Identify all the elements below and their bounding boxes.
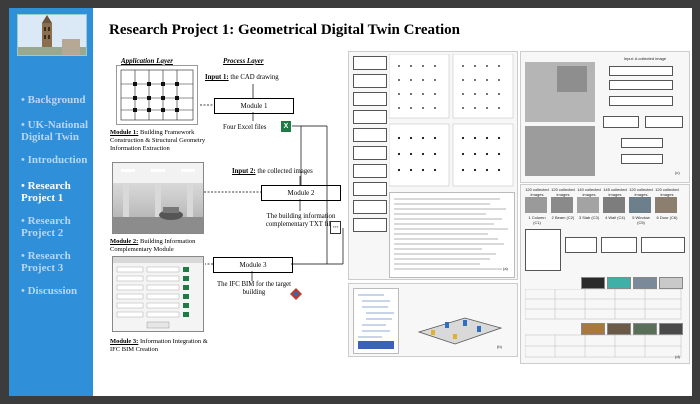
class-sample-image bbox=[603, 197, 625, 213]
flow-box bbox=[621, 154, 663, 164]
material-swatch bbox=[581, 277, 605, 289]
figure-panel-cad-extraction: (a) bbox=[348, 51, 518, 280]
flow-step bbox=[353, 56, 387, 70]
class-name-1: 1 Column (C1) bbox=[528, 215, 546, 225]
figure-label-d: (d) bbox=[675, 354, 681, 359]
garage-interior-photo bbox=[557, 66, 587, 92]
slide-canvas: • Background • UK-National Digital Twin … bbox=[9, 8, 692, 396]
figure-label-b: (b) bbox=[497, 344, 503, 349]
figure-label-a: (a) bbox=[503, 266, 508, 271]
image-count-1: 120 collected images bbox=[525, 187, 549, 197]
flow-step bbox=[353, 110, 387, 124]
image-count-3: 140 collected images bbox=[577, 187, 601, 197]
class-sample-image bbox=[525, 197, 547, 213]
figure-panel-classification-results: 120 collected images 120 collected image… bbox=[520, 184, 690, 364]
class-name-2: 2 Beam (C2) bbox=[551, 215, 575, 220]
flow-step bbox=[353, 200, 387, 214]
flow-step bbox=[353, 164, 387, 178]
garage-entrance-photo bbox=[525, 126, 595, 176]
image-count-4: 145 collected images bbox=[603, 187, 627, 197]
figure-panel-image-collection: Input: A collected image (c) bbox=[520, 51, 690, 183]
class-name-5: 5 Window (C5) bbox=[632, 215, 650, 225]
class-name-6: 6 Door (C6) bbox=[656, 215, 678, 220]
image-count-2: 120 collected images bbox=[551, 187, 575, 197]
flow-box bbox=[621, 138, 663, 148]
flow-step bbox=[353, 92, 387, 106]
image-count-6: 120 collected images bbox=[655, 187, 679, 197]
3d-bim-frame-model: (b) bbox=[417, 317, 503, 349]
class-sample-image bbox=[551, 197, 573, 213]
info-extraction-box bbox=[525, 229, 561, 271]
presentation-window: • Background • UK-National Digital Twin … bbox=[0, 0, 700, 404]
figure-label-c: (c) bbox=[675, 170, 680, 175]
flow-step bbox=[353, 74, 387, 88]
class-sample-image bbox=[655, 197, 677, 213]
flow-box bbox=[603, 116, 639, 128]
flow-box bbox=[565, 237, 597, 253]
flow-box bbox=[601, 237, 637, 253]
flow-step bbox=[353, 218, 387, 232]
flow-box bbox=[641, 237, 685, 253]
flow-box bbox=[609, 66, 673, 76]
image-count-5: 120 collected images bbox=[629, 187, 653, 197]
figure-panel-bim-model: (b) bbox=[348, 283, 518, 357]
flow-step bbox=[353, 146, 387, 160]
material-swatch bbox=[633, 277, 657, 289]
class-name-3: 3 Slab (C3) bbox=[578, 215, 600, 220]
flow-step bbox=[353, 182, 387, 196]
flow-box bbox=[645, 116, 683, 128]
class-name-4: 4 Wall (C4) bbox=[605, 215, 625, 220]
flow-step bbox=[353, 128, 387, 142]
script-text-block bbox=[389, 192, 515, 278]
material-swatch bbox=[659, 277, 683, 289]
flow-box bbox=[609, 80, 673, 90]
material-swatch bbox=[607, 277, 631, 289]
results-table: (d) bbox=[525, 289, 682, 359]
class-sample-image bbox=[577, 197, 599, 213]
model-tree-view bbox=[353, 288, 399, 354]
flow-box bbox=[609, 96, 673, 106]
flow-title: Input: A collected image bbox=[623, 56, 667, 61]
class-sample-image bbox=[629, 197, 651, 213]
